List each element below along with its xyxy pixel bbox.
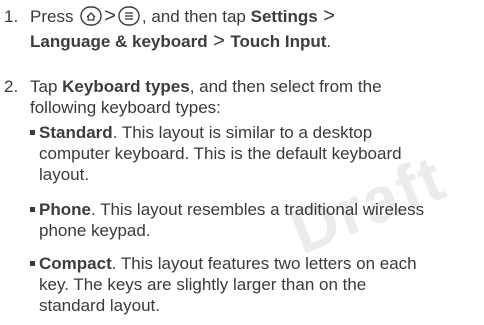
bullet-text: computer keyboard. This is the default k… bbox=[39, 144, 402, 163]
step-1: 1. Press > , and then tap Settings > Lan… bbox=[0, 6, 484, 52]
touch-input-label: Touch Input bbox=[230, 32, 327, 51]
step-1-press: Press bbox=[30, 7, 74, 26]
bullet-text: layout. bbox=[39, 165, 90, 184]
bullet-icon bbox=[30, 130, 35, 135]
bullet-text: phone keypad. bbox=[39, 221, 151, 240]
bullet-term: Phone bbox=[39, 200, 91, 219]
step-2-tap: Tap bbox=[30, 77, 58, 96]
chevron-right: > bbox=[104, 5, 116, 27]
bullet-term: Standard bbox=[39, 123, 113, 142]
step-2: 2. Tap Keyboard types, and then select f… bbox=[0, 76, 484, 118]
chevron-right: > bbox=[207, 30, 231, 52]
bullet-text: . This layout resembles a traditional wi… bbox=[90, 200, 425, 219]
chevron-right: > bbox=[317, 5, 335, 27]
bullet-text: standard layout. bbox=[39, 296, 160, 315]
home-icon bbox=[80, 6, 102, 31]
step-2-text: , and then select from the bbox=[189, 77, 382, 96]
keyboard-types-label: Keyboard types bbox=[62, 77, 190, 96]
bullet-icon bbox=[30, 207, 35, 212]
settings-label: Settings bbox=[250, 7, 318, 26]
bullet-icon bbox=[30, 261, 35, 266]
step-2-body: Tap Keyboard types, and then select from… bbox=[30, 76, 480, 118]
list-item-standard: Standard. This layout is similar to a de… bbox=[30, 122, 480, 185]
step-1-then-tap: , and then tap bbox=[141, 7, 246, 26]
step-number: 1. bbox=[4, 7, 19, 26]
bullet-text: . This layout is similar to a desktop bbox=[112, 123, 373, 142]
bullet-text: key. The keys are slightly larger than o… bbox=[39, 275, 367, 294]
period: . bbox=[326, 32, 332, 51]
list-item-phone: Phone. This layout resembles a tradition… bbox=[30, 199, 480, 241]
step-2-text: following keyboard types: bbox=[30, 98, 221, 117]
language-keyboard-label: Language & keyboard bbox=[30, 32, 208, 51]
bullet-text: . This layout features two letters on ea… bbox=[111, 254, 417, 273]
manual-page: Draft 1. Press > , and then tap Settings… bbox=[0, 0, 484, 325]
list-item-compact: Compact. This layout features two letter… bbox=[30, 253, 480, 316]
bullet-term: Compact bbox=[39, 254, 112, 273]
step-1-body: Press > , and then tap Settings > Langua… bbox=[30, 6, 480, 52]
menu-icon bbox=[118, 6, 140, 31]
step-number: 2. bbox=[4, 77, 19, 96]
